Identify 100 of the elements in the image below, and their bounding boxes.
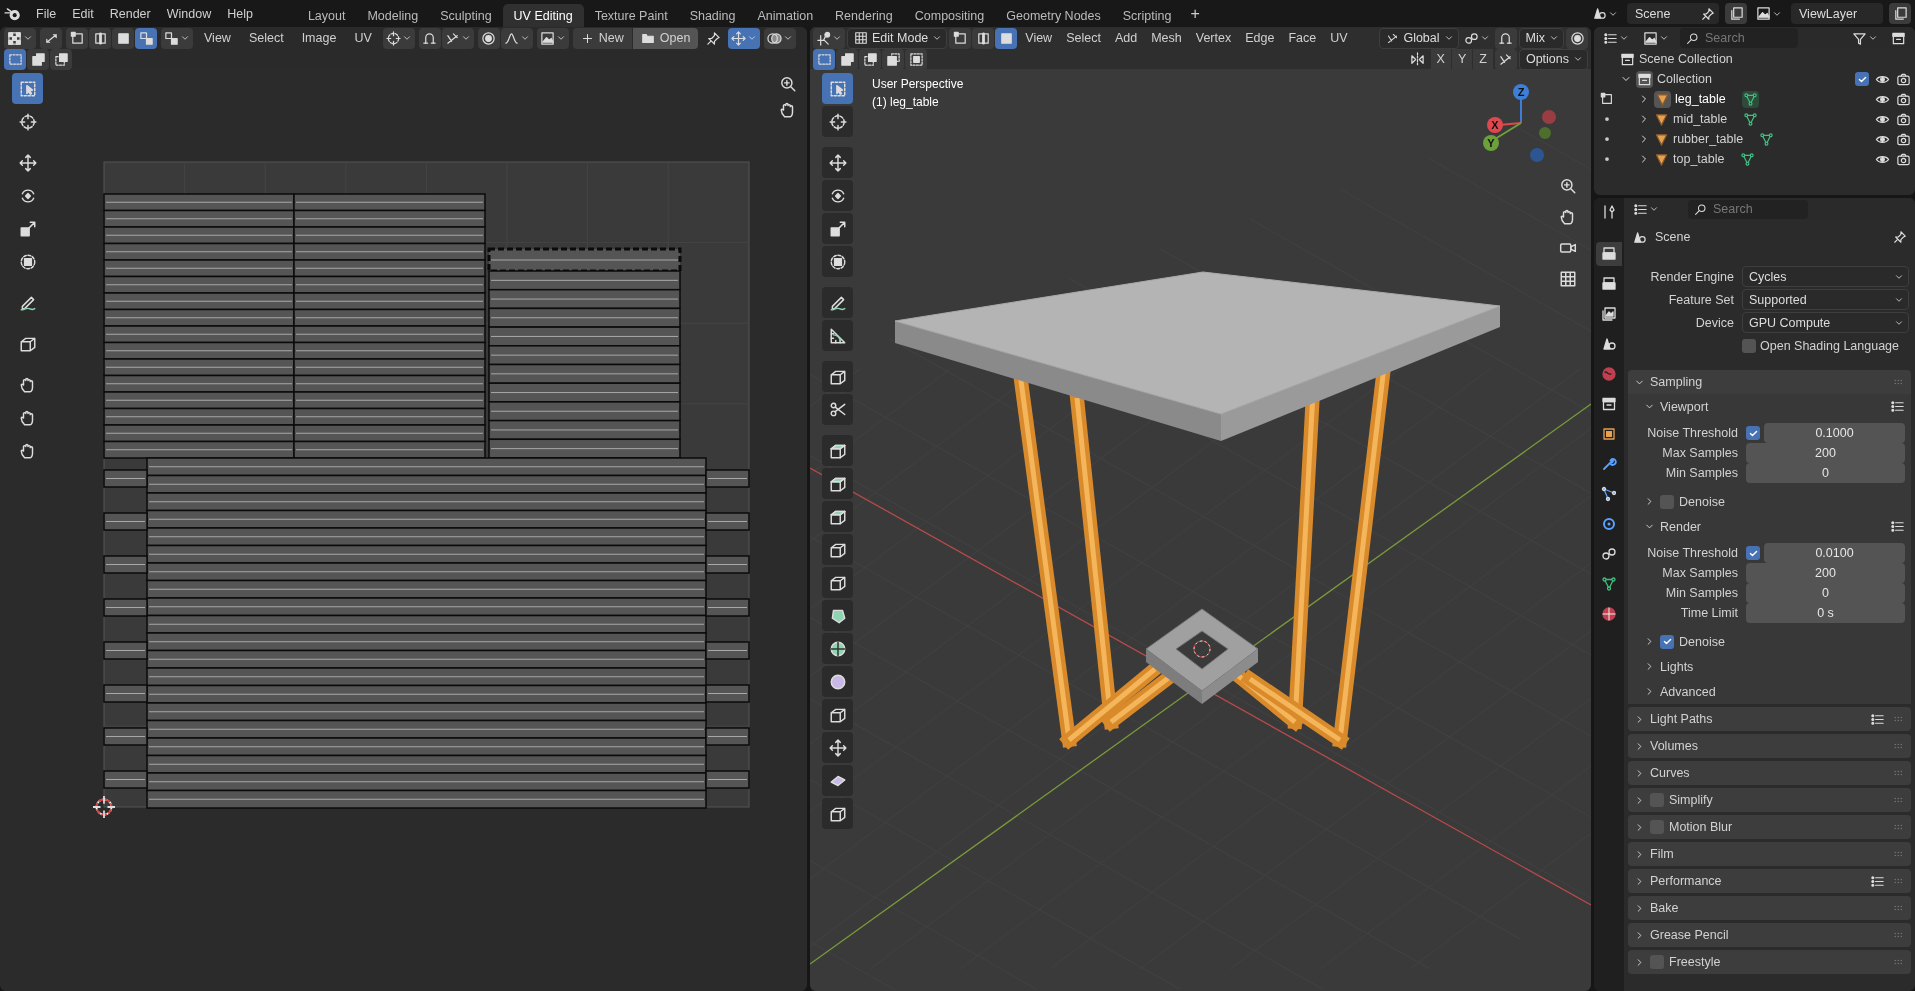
workspace-tab[interactable]: Shading (678, 3, 747, 27)
tree-item-label[interactable]: rubber_table (1673, 132, 1744, 146)
panel-title: Simplify (1669, 793, 1713, 807)
menu-item[interactable]: Edit (64, 3, 102, 24)
subpanel-title: Lights (1660, 659, 1694, 674)
panel-header[interactable]: Bake (1628, 896, 1911, 920)
workspace-tab[interactable]: Sculpting (429, 3, 503, 27)
search-field[interactable]: Search (1680, 28, 1798, 48)
field-label: Time Limit (1680, 606, 1738, 620)
subpanel-header[interactable]: Denoise (1628, 629, 1911, 654)
options-dropdown[interactable]: Options (1518, 48, 1588, 70)
scene-name: Scene (1635, 6, 1672, 21)
menu-item[interactable]: Mesh (1145, 28, 1188, 48)
panel-header[interactable]: Volumes (1628, 734, 1911, 758)
workspace-tab[interactable]: Geometry Nodes (995, 3, 1112, 27)
number-field[interactable]: 0 s (1746, 603, 1905, 623)
dropdown[interactable]: Supported (1742, 289, 1909, 310)
workspace-tab[interactable]: Texture Paint (583, 3, 679, 27)
axis-toggle[interactable]: Z (1473, 48, 1493, 70)
menu-item[interactable]: Select (241, 28, 291, 48)
dropdown-value: Edit Mode (872, 31, 929, 45)
add-workspace-button[interactable]: + (1182, 4, 1208, 23)
dropdown-value: Supported (1749, 292, 1807, 307)
menu-item[interactable]: Face (1282, 28, 1323, 48)
workspace-tab[interactable]: Modeling (356, 3, 430, 27)
subpanel-title: Viewport (1660, 399, 1709, 414)
number-field[interactable]: 200 (1746, 443, 1905, 463)
subpanel-header[interactable]: Viewport (1628, 394, 1911, 419)
number-field[interactable]: 0 (1746, 583, 1905, 603)
viewport-info-text: (1) leg_table (872, 94, 940, 111)
panel-header[interactable]: Film (1628, 842, 1911, 866)
search-placeholder: Search (1705, 31, 1745, 45)
menu-item[interactable]: Help (219, 3, 261, 24)
subpanel-header[interactable]: Render (1628, 514, 1911, 539)
panel-title: Sampling (1650, 375, 1703, 389)
subpanel-title: Denoise (1679, 634, 1725, 649)
workspace-tab[interactable]: Compositing (903, 3, 996, 27)
panel-header[interactable]: Performance (1628, 869, 1911, 893)
falloff-dropdown[interactable]: Mix (1518, 27, 1564, 49)
field-label: Feature Set (1668, 292, 1734, 307)
workspace-tab[interactable]: Layout (296, 3, 357, 27)
tree-item-label[interactable]: top_table (1673, 152, 1725, 166)
panel-header[interactable]: Grease Pencil (1628, 923, 1911, 947)
field-label: Max Samples (1662, 566, 1738, 580)
menu-item[interactable]: Vertex (1189, 28, 1238, 48)
menu-item[interactable]: File (28, 3, 65, 24)
dropdown-value: GPU Compute (1749, 315, 1831, 330)
panel-title: Performance (1650, 874, 1722, 888)
panel-header[interactable]: Freestyle (1628, 950, 1911, 974)
subpanel-header[interactable]: Denoise (1628, 489, 1911, 514)
tree-item-label[interactable]: mid_table (1673, 112, 1728, 126)
workspace-tab[interactable]: UV Editing (502, 3, 584, 27)
open-image-button[interactable]: Open (632, 27, 699, 49)
dropdown[interactable]: Cycles (1742, 266, 1909, 287)
dropdown-value: Options (1525, 52, 1569, 66)
orientation-dropdown[interactable]: Global (1379, 27, 1459, 49)
menu-item[interactable]: View (197, 28, 238, 48)
panel-title: Grease Pencil (1650, 928, 1729, 942)
checkbox-label[interactable]: Open Shading Language (1760, 338, 1899, 353)
menu-item[interactable]: Image (294, 28, 344, 48)
tree-item-label[interactable]: Scene Collection (1639, 52, 1733, 66)
search-placeholder: Search (1713, 202, 1753, 216)
scene-field[interactable]: Scene (1627, 3, 1719, 24)
panel-header[interactable]: Sampling (1628, 370, 1911, 394)
panel-header[interactable]: Simplify (1628, 788, 1911, 812)
number-field[interactable]: 0 (1746, 463, 1905, 483)
panel-header[interactable]: Curves (1628, 761, 1911, 785)
menu-item[interactable]: Add (1108, 28, 1144, 48)
menu-item[interactable]: UV (347, 28, 379, 48)
subpanel-header[interactable]: Lights (1628, 654, 1911, 679)
tree-item-label[interactable]: leg_table (1675, 92, 1726, 106)
panel-title: Volumes (1650, 739, 1698, 753)
workspace-tab[interactable]: Rendering (824, 3, 904, 27)
number-field[interactable]: 0.0100 (1764, 543, 1905, 563)
menu-item[interactable]: Render (101, 3, 159, 24)
field-label: Device (1695, 315, 1734, 330)
menu-item[interactable]: View (1019, 28, 1059, 48)
field-label: Noise Threshold (1647, 426, 1738, 440)
search-field[interactable]: Search (1688, 199, 1808, 219)
menu-item[interactable]: Select (1060, 28, 1107, 48)
number-field[interactable]: 0.1000 (1764, 423, 1905, 443)
workspace-tab[interactable]: Scripting (1111, 3, 1183, 27)
view-layer-field[interactable]: ViewLayer (1791, 3, 1883, 24)
panel-header[interactable]: Light Paths (1628, 707, 1911, 731)
navigation-gizmo[interactable]: X Y Z (1483, 84, 1556, 162)
axis-toggle[interactable]: X (1430, 48, 1451, 70)
subpanel-header[interactable]: Advanced (1628, 679, 1911, 704)
menu-item[interactable]: UV (1324, 28, 1354, 48)
mode-dropdown[interactable]: Edit Mode (847, 27, 948, 49)
new-image-button[interactable]: New (572, 27, 632, 49)
field-label: Noise Threshold (1647, 546, 1738, 560)
axis-toggle[interactable]: Y (1451, 48, 1473, 70)
context-label: Scene (1655, 230, 1691, 244)
menu-item[interactable]: Edge (1239, 28, 1281, 48)
panel-header[interactable]: Motion Blur (1628, 815, 1911, 839)
menu-item[interactable]: Window (158, 3, 220, 24)
tree-item-label[interactable]: Collection (1657, 72, 1712, 86)
number-field[interactable]: 200 (1746, 563, 1905, 583)
dropdown[interactable]: GPU Compute (1742, 312, 1909, 333)
workspace-tab[interactable]: Animation (746, 3, 825, 27)
